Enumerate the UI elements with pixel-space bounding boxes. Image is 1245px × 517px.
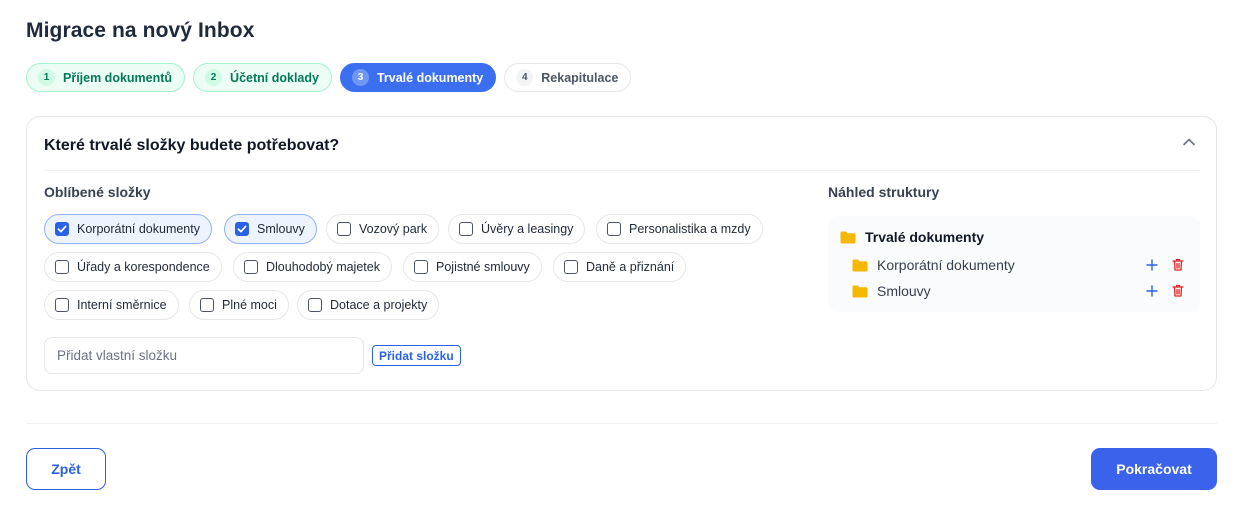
- checkbox[interactable]: [607, 222, 621, 236]
- back-button[interactable]: Zpět: [26, 448, 106, 490]
- page-title: Migrace na nový Inbox: [26, 19, 255, 42]
- folders-card: Které trvalé složky budete potřebovat? O…: [26, 116, 1217, 391]
- chip-label: Smlouvy: [257, 222, 305, 236]
- folder-chip-smlouvy[interactable]: Smlouvy: [224, 214, 317, 244]
- plus-icon[interactable]: [1146, 259, 1158, 271]
- structure-preview: Trvalé dokumenty Korporátní dokumenty Sm…: [828, 216, 1200, 312]
- chip-label: Dlouhodobý majetek: [266, 260, 380, 274]
- favorites-label: Oblíbené složky: [44, 184, 151, 200]
- step-label: Rekapitulace: [541, 70, 619, 85]
- trash-icon[interactable]: [1172, 284, 1184, 297]
- folder-chip-dotace-a-projekty[interactable]: Dotace a projekty: [297, 290, 440, 320]
- checkbox[interactable]: [308, 298, 322, 312]
- chip-label: Interní směrnice: [77, 298, 167, 312]
- chip-label: Korporátní dokumenty: [77, 222, 200, 236]
- folder-chip-interni-smernice[interactable]: Interní směrnice: [44, 290, 179, 320]
- step-number: 2: [205, 69, 223, 86]
- step-rekapitulace[interactable]: 4 Rekapitulace: [504, 63, 632, 92]
- step-label: Příjem dokumentů: [63, 70, 173, 85]
- chip-label: Plné moci: [222, 298, 277, 312]
- folder-chip-urady-a-korespondence[interactable]: Úřady a korespondence: [44, 252, 222, 282]
- stepper: 1 Příjem dokumentů 2 Účetní doklady 3 Tr…: [26, 63, 632, 92]
- footer-divider: [26, 423, 1217, 424]
- chip-label: Úřady a korespondence: [77, 260, 210, 274]
- chip-label: Personalistika a mzdy: [629, 222, 751, 236]
- tree-item: Korporátní dokumenty: [852, 257, 1015, 273]
- checkbox[interactable]: [55, 260, 69, 274]
- chip-label: Daně a přiznání: [586, 260, 675, 274]
- preview-label: Náhled struktury: [828, 184, 940, 200]
- folder-chip-uvery-a-leasingy[interactable]: Úvěry a leasingy: [448, 214, 586, 244]
- checkmark-icon: [237, 225, 247, 233]
- checkbox[interactable]: [337, 222, 351, 236]
- checkbox[interactable]: [55, 298, 69, 312]
- chip-label: Dotace a projekty: [330, 298, 428, 312]
- checkbox[interactable]: [244, 260, 258, 274]
- step-label: Trvalé dokumenty: [376, 70, 484, 85]
- folder-chip-personalistika-a-mzdy[interactable]: Personalistika a mzdy: [596, 214, 763, 244]
- checkbox[interactable]: [55, 222, 69, 236]
- folder-chip-vozovy-park[interactable]: Vozový park: [326, 214, 440, 244]
- card-title: Které trvalé složky budete potřebovat?: [44, 137, 340, 154]
- checkmark-icon: [57, 225, 67, 233]
- step-number: 4: [516, 69, 534, 86]
- checkbox[interactable]: [200, 298, 214, 312]
- add-folder-button[interactable]: Přidat složku: [372, 345, 461, 366]
- folder-chip-dlouhodoby-majetek[interactable]: Dlouhodobý majetek: [233, 252, 392, 282]
- trash-icon[interactable]: [1172, 258, 1184, 271]
- folder-icon: [852, 285, 868, 297]
- tree-item: Smlouvy: [852, 283, 931, 299]
- tree-root-label: Trvalé dokumenty: [865, 229, 985, 245]
- step-label: Účetní doklady: [230, 70, 319, 85]
- folder-chip-dane-a-priznani[interactable]: Daně a přiznání: [553, 252, 687, 282]
- checkbox[interactable]: [414, 260, 428, 274]
- continue-button[interactable]: Pokračovat: [1091, 448, 1217, 490]
- divider: [44, 170, 1199, 171]
- folder-chip-pojistne-smlouvy[interactable]: Pojistné smlouvy: [403, 252, 542, 282]
- step-ucetni-doklady[interactable]: 2 Účetní doklady: [193, 63, 332, 92]
- plus-icon[interactable]: [1146, 285, 1158, 297]
- custom-folder-input[interactable]: [44, 337, 364, 374]
- chip-label: Úvěry a leasingy: [481, 222, 574, 236]
- tree-item-label: Smlouvy: [877, 283, 931, 299]
- folder-chip-korporatni-dokumenty[interactable]: Korporátní dokumenty: [44, 214, 212, 244]
- tree-item-label: Korporátní dokumenty: [877, 257, 1015, 273]
- checkbox[interactable]: [459, 222, 473, 236]
- step-number: 1: [38, 69, 55, 86]
- checkbox[interactable]: [235, 222, 249, 236]
- chip-label: Vozový park: [359, 222, 428, 236]
- checkbox[interactable]: [564, 260, 578, 274]
- step-number: 3: [351, 69, 369, 86]
- folder-chip-plne-moci[interactable]: Plné moci: [189, 290, 289, 320]
- chevron-up-icon[interactable]: [1182, 135, 1196, 149]
- folder-icon: [852, 259, 868, 271]
- step-prijem-dokumentu[interactable]: 1 Příjem dokumentů: [26, 63, 186, 92]
- folder-icon: [840, 231, 856, 243]
- chip-label: Pojistné smlouvy: [436, 260, 530, 274]
- tree-root: Trvalé dokumenty: [840, 229, 984, 245]
- step-trvale-dokumenty[interactable]: 3 Trvalé dokumenty: [339, 63, 497, 92]
